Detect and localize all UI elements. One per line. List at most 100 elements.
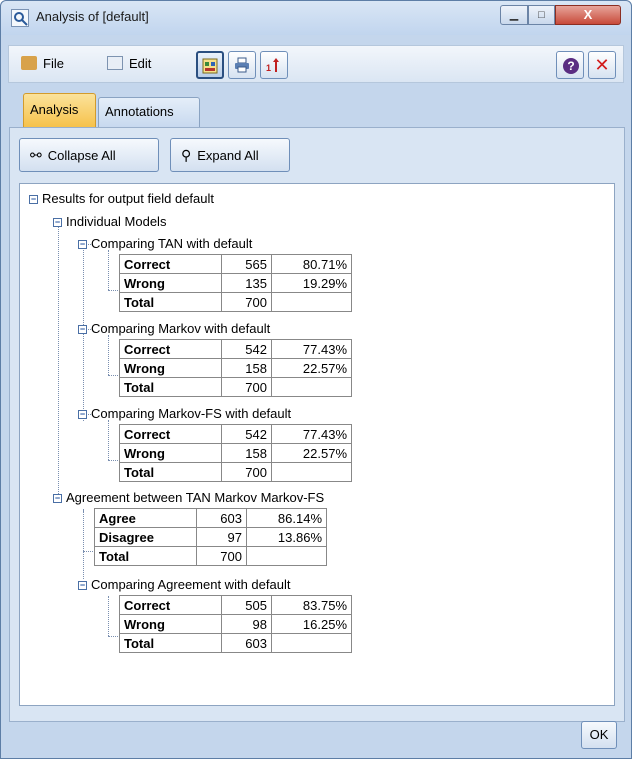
table-view-button[interactable]: [196, 51, 224, 79]
table-row: Total 603: [119, 633, 352, 653]
sort-numeric-icon: 1: [266, 58, 279, 73]
table-row: Correct 505 83.75%: [119, 595, 352, 615]
row-label: Correct: [119, 595, 222, 615]
row-pct: [271, 462, 352, 482]
row-label: Correct: [119, 424, 222, 444]
row-label: Correct: [119, 254, 222, 274]
row-pct: 86.14%: [246, 508, 327, 528]
print-button[interactable]: [228, 51, 256, 79]
collapse-node-icon[interactable]: −: [53, 494, 62, 503]
agreement-table: Agree 603 86.14% Disagree 97 13.86% Total 700: [94, 508, 327, 566]
title-bar[interactable]: Analysis of [default] ▁ □ X: [1, 1, 631, 35]
row-label: Wrong: [119, 273, 222, 293]
window-title: Analysis of [default]: [36, 9, 149, 24]
collapse-node-icon[interactable]: −: [78, 581, 87, 590]
row-label: Total: [119, 633, 222, 653]
expand-all-button[interactable]: ⚲ Expand All: [170, 138, 290, 172]
ok-button[interactable]: OK: [581, 721, 617, 749]
table-row: Correct 542 77.43%: [119, 424, 352, 444]
row-pct: 22.57%: [271, 358, 352, 378]
results-table-markov-fs: Correct 542 77.43% Wrong 158 22.57% Total 700: [119, 424, 352, 482]
collapse-node-icon[interactable]: −: [53, 218, 62, 227]
row-pct: 22.57%: [271, 443, 352, 463]
row-label: Wrong: [119, 443, 222, 463]
svg-text:1: 1: [266, 63, 271, 73]
tab-annotations[interactable]: Annotations: [98, 97, 200, 127]
tree-individual-models[interactable]: − Individual Models: [53, 213, 166, 231]
row-label: Wrong: [119, 614, 222, 634]
table-row: Wrong 158 22.57%: [119, 358, 352, 378]
edit-menu[interactable]: Edit: [107, 56, 151, 71]
table-row: Total 700: [119, 462, 352, 482]
printer-icon: [235, 57, 249, 73]
expand-all-label: Expand All: [197, 148, 259, 163]
row-label: Total: [94, 546, 197, 566]
collapse-node-icon[interactable]: −: [78, 240, 87, 249]
row-pct: 16.25%: [271, 614, 352, 634]
results-table-markov: Correct 542 77.43% Wrong 158 22.57% Total 700: [119, 339, 352, 397]
help-button[interactable]: ?: [556, 51, 584, 79]
row-pct: 77.43%: [271, 339, 352, 359]
row-pct: [271, 292, 352, 312]
row-count: 542: [221, 424, 272, 444]
help-icon: ?: [563, 58, 579, 74]
collapse-node-icon[interactable]: −: [29, 195, 38, 204]
edit-menu-label: Edit: [129, 56, 152, 71]
analysis-window: Analysis of [default] ▁ □ X File Edit 1 …: [0, 0, 632, 759]
collapse-node-icon[interactable]: −: [78, 410, 87, 419]
row-count: 158: [221, 443, 272, 463]
row-pct: [246, 546, 327, 566]
tree-comparison-markov[interactable]: − Comparing Markov with default: [78, 320, 270, 338]
row-count: 98: [221, 614, 272, 634]
table-row: Correct 542 77.43%: [119, 339, 352, 359]
row-pct: 83.75%: [271, 595, 352, 615]
collapse-node-icon[interactable]: −: [78, 325, 87, 334]
row-pct: 77.43%: [271, 424, 352, 444]
row-count: 565: [221, 254, 272, 274]
row-pct: 80.71%: [271, 254, 352, 274]
row-count: 700: [221, 462, 272, 482]
row-label: Total: [119, 462, 222, 482]
comparison-title: Comparing Markov-FS with default: [91, 406, 292, 421]
table-row: Disagree 97 13.86%: [94, 527, 327, 547]
magnifier-icon: [11, 9, 29, 27]
collapse-all-button[interactable]: ⚯ Collapse All: [19, 138, 159, 172]
row-label: Total: [119, 292, 222, 312]
close-output-button[interactable]: ✕: [588, 51, 616, 79]
row-count: 158: [221, 358, 272, 378]
agreement-title: Agreement between TAN Markov Markov-FS: [66, 490, 325, 505]
file-menu-label: File: [43, 56, 64, 71]
comparison-title: Comparing Markov with default: [91, 321, 271, 336]
tree-comparison-markov-fs[interactable]: − Comparing Markov-FS with default: [78, 405, 291, 423]
row-pct: [271, 633, 352, 653]
file-icon: [21, 56, 37, 70]
collapse-icon: ⚯: [30, 147, 42, 163]
file-menu[interactable]: File: [21, 56, 64, 71]
tree-agreement[interactable]: − Agreement between TAN Markov Markov-FS: [53, 489, 324, 507]
window-close-button[interactable]: X: [555, 5, 621, 25]
results-table-agreement: Correct 505 83.75% Wrong 98 16.25% Total 603: [119, 595, 352, 653]
analysis-panel: ⚯ Collapse All ⚲ Expand All − Results fo…: [9, 127, 625, 722]
row-count: 135: [221, 273, 272, 293]
row-count: 603: [196, 508, 247, 528]
tree-comparison-agreement[interactable]: − Comparing Agreement with default: [78, 576, 290, 594]
tab-analysis[interactable]: Analysis: [23, 93, 96, 127]
results-tree[interactable]: − Results for output field default − Indiv…: [19, 183, 615, 706]
tree-comparison-tan[interactable]: − Comparing TAN with default: [78, 235, 252, 253]
table-row: Total 700: [94, 546, 327, 566]
maximize-button[interactable]: □: [528, 5, 555, 25]
table-row: Total 700: [119, 292, 352, 312]
table-row: Correct 565 80.71%: [119, 254, 352, 274]
tree-root[interactable]: − Results for output field default: [29, 190, 214, 208]
table-row: Wrong 98 16.25%: [119, 614, 352, 634]
row-count: 505: [221, 595, 272, 615]
minimize-button[interactable]: ▁: [500, 5, 528, 25]
table-row: Wrong 135 19.29%: [119, 273, 352, 293]
comparison-title: Comparing TAN with default: [91, 236, 253, 251]
comparison-title: Comparing Agreement with default: [91, 577, 291, 592]
row-label: Total: [119, 377, 222, 397]
sort-button[interactable]: 1: [260, 51, 288, 79]
row-count: 700: [221, 377, 272, 397]
row-label: Correct: [119, 339, 222, 359]
root-label: Results for output field default: [42, 191, 214, 206]
